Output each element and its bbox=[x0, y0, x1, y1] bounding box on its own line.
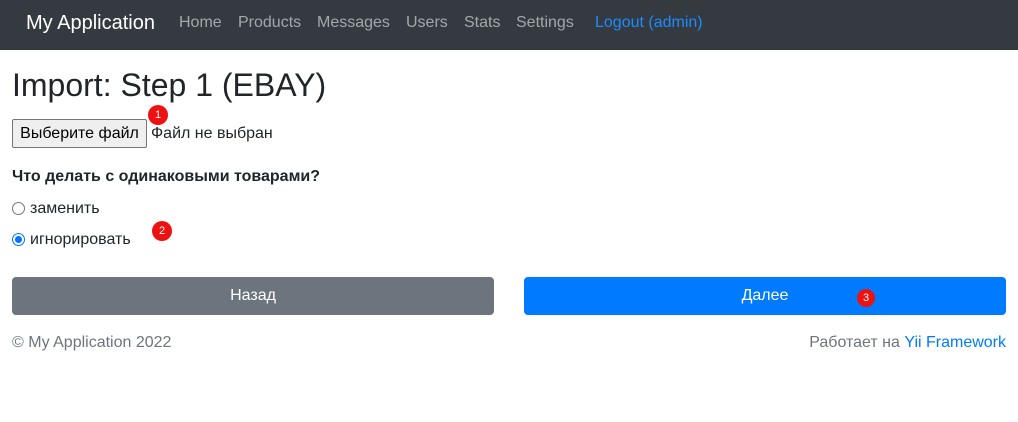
option-replace-label[interactable]: заменить bbox=[30, 199, 100, 219]
back-button[interactable]: Назад bbox=[12, 277, 494, 315]
nav-item-home[interactable]: Home bbox=[179, 13, 222, 33]
option-ignore[interactable]: игнорировать bbox=[12, 230, 142, 250]
radio-ignore[interactable] bbox=[12, 233, 25, 246]
next-button[interactable]: Далее bbox=[524, 277, 1006, 315]
option-replace[interactable]: заменить bbox=[12, 199, 112, 219]
nav-item-users[interactable]: Users bbox=[406, 13, 448, 33]
top-navbar: My Application Home Products Messages Us… bbox=[0, 0, 1018, 50]
nav-item-messages[interactable]: Messages bbox=[317, 13, 390, 33]
file-status-text: Файл не выбран bbox=[151, 125, 273, 142]
nav-item-products[interactable]: Products bbox=[238, 13, 301, 33]
nav-item-stats[interactable]: Stats bbox=[464, 13, 500, 33]
duplicates-question: Что делать с одинаковыми товарами? bbox=[12, 168, 321, 185]
marker-badge-3: 3 bbox=[857, 289, 875, 307]
choose-file-button[interactable]: Выберите файл bbox=[12, 119, 147, 148]
marker-badge-1: 1 bbox=[148, 105, 168, 125]
radio-replace[interactable] bbox=[12, 202, 25, 215]
footer-powered-prefix: Работает на bbox=[809, 334, 905, 351]
option-ignore-label[interactable]: игнорировать bbox=[30, 230, 131, 250]
yii-framework-link[interactable]: Yii Framework bbox=[904, 334, 1006, 351]
footer-copyright: © My Application 2022 bbox=[12, 334, 172, 351]
footer-powered-by: Работает на Yii Framework bbox=[809, 333, 1006, 353]
nav-item-settings[interactable]: Settings bbox=[516, 13, 574, 33]
marker-badge-2: 2 bbox=[152, 221, 172, 241]
brand-link[interactable]: My Application bbox=[26, 11, 155, 35]
page-title: Import: Step 1 (EBAY) bbox=[12, 67, 327, 103]
logout-link[interactable]: Logout (admin) bbox=[595, 13, 703, 33]
